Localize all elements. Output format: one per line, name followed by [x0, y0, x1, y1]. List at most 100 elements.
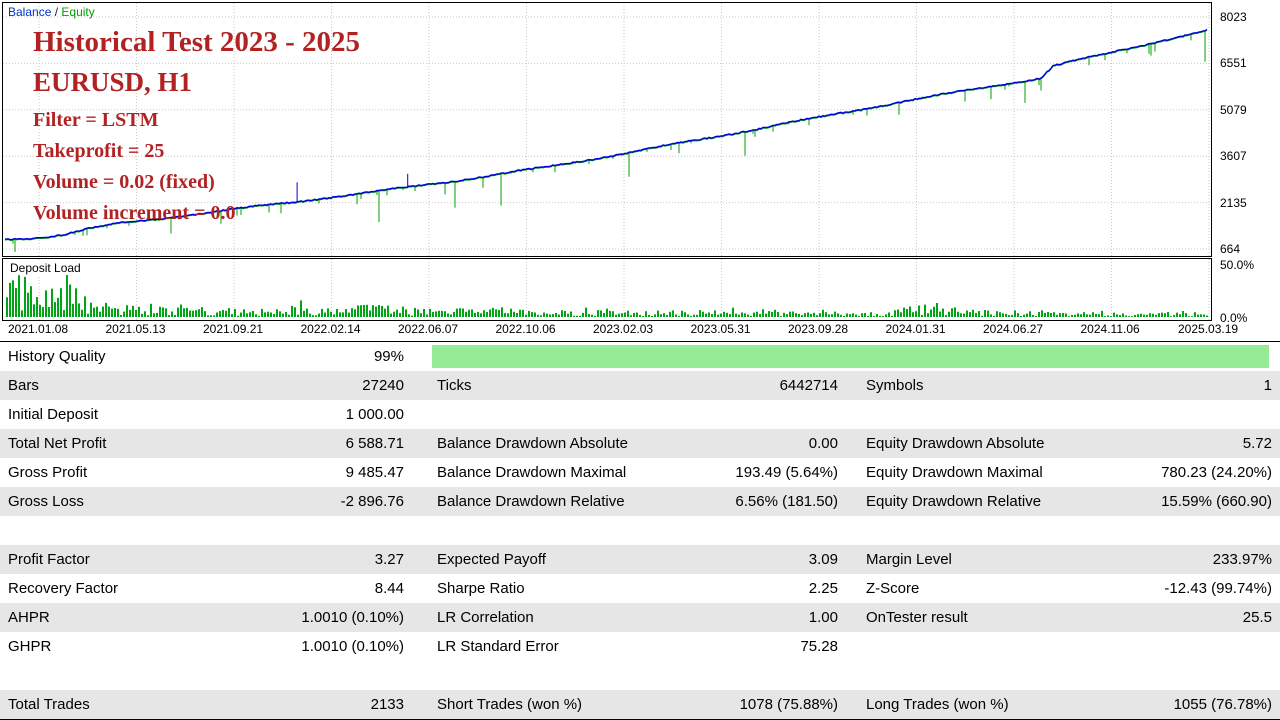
stat-label: AHPR [8, 609, 50, 626]
stat-label: Margin Level [866, 551, 952, 568]
stat-value: 1.0010 (0.10%) [301, 638, 404, 655]
stat-value [691, 400, 840, 429]
stat-label: Expected Payoff [437, 551, 546, 568]
stat-value: 1.0010 (0.10%) [301, 609, 404, 626]
stat-label: Recovery Factor [8, 580, 119, 597]
stat-label [406, 516, 691, 545]
x-axis-tick: 2022.02.14 [300, 322, 361, 336]
x-axis-tick: 2022.10.06 [495, 322, 556, 336]
stat-label: LR Correlation [437, 609, 534, 626]
stat-value: 2.25 [808, 580, 838, 597]
stats-row: Gross Loss -2 896.76 Balance Drawdown Rela… [0, 487, 1280, 516]
y-axis-tick: 5079 [1220, 102, 1247, 117]
y-axis-tick: 664 [1220, 242, 1241, 256]
stat-label [0, 516, 260, 545]
stat-value: 2133 [370, 696, 404, 713]
x-axis-tick: 2025.03.19 [1178, 322, 1239, 336]
statistics-table: History Quality 99% Bars 27240 Ticks 6442714 S… [0, 341, 1280, 720]
x-axis-tick: 2024.01.31 [885, 322, 946, 336]
x-axis-tick: 2024.11.06 [1080, 322, 1140, 336]
stat-label: Balance Drawdown Maximal [437, 464, 627, 481]
stat-value: 6.56% (181.50) [735, 493, 838, 510]
stat-label: OnTester result [866, 609, 968, 626]
stat-value: 8.44 [374, 580, 404, 597]
stat-label: GHPR [8, 638, 52, 655]
stat-value [691, 661, 840, 690]
x-axis-tick: 2023.02.03 [593, 322, 654, 336]
stat-value: 5.72 [1242, 435, 1272, 452]
y-axis-tick: 3607 [1220, 149, 1247, 164]
stats-row [0, 661, 1280, 690]
history-quality-bar [432, 345, 1269, 368]
stat-label [406, 661, 691, 690]
stat-label: Total Trades [8, 696, 90, 713]
annotation-line: Volume = 0.02 (fixed) [33, 171, 215, 193]
stat-label: Bars [8, 377, 39, 394]
stat-value [1120, 400, 1280, 429]
stat-value: 99% [373, 348, 404, 365]
annotation-line: Filter = LSTM [33, 109, 159, 131]
stats-row: Gross Profit 9 485.47 Balance Drawdown Max… [0, 458, 1280, 487]
stat-value [1120, 632, 1280, 661]
stats-row: Total Net Profit 6 588.71 Balance Drawdown… [0, 429, 1280, 458]
stat-value [260, 661, 406, 690]
legend-separator: / [51, 5, 62, 19]
y-axis-tick: 2135 [1220, 195, 1247, 210]
stats-row: Bars 27240 Ticks 6442714 Symbols 1 [0, 371, 1280, 400]
stat-label [406, 400, 691, 429]
annotation-line: Volume increment = 0.0 [33, 202, 236, 224]
stat-value: 3.27 [374, 551, 404, 568]
y-axis-tick: 6551 [1220, 56, 1247, 71]
stat-label [840, 516, 1120, 545]
stat-label: Gross Loss [8, 493, 84, 510]
stat-value [1120, 516, 1280, 545]
stat-label: Z-Score [866, 580, 920, 597]
stat-value: 15.59% (660.90) [1161, 493, 1272, 510]
stat-label [840, 632, 1120, 661]
deposit-load-label: Deposit Load [8, 261, 83, 275]
stat-value: 1 000.00 [345, 406, 404, 423]
stat-label: Gross Profit [8, 464, 88, 481]
chart-annotations: Historical Test 2023 - 2025 EURUSD, H1 F… [33, 26, 360, 233]
legend-balance: Balance [8, 5, 52, 19]
stat-value [260, 516, 406, 545]
stat-value: 1078 (75.88%) [739, 696, 838, 713]
stat-value: 25.5 [1242, 609, 1272, 626]
annotation-line: Takeprofit = 25 [33, 140, 165, 162]
stat-label: Total Net Profit [8, 435, 107, 452]
stat-label: Ticks [437, 377, 472, 394]
x-axis-tick: 2021.01.08 [8, 322, 69, 336]
stat-label: LR Standard Error [437, 638, 559, 655]
stat-label [840, 661, 1120, 690]
stat-label [0, 661, 260, 690]
stats-row: Initial Deposit 1 000.00 [0, 400, 1280, 429]
stat-label: Initial Deposit [8, 406, 99, 423]
x-axis-tick: 2023.05.31 [690, 322, 751, 336]
stat-label: History Quality [8, 348, 106, 365]
x-axis-tick: 2021.09.21 [203, 322, 264, 336]
stat-value: 6 588.71 [345, 435, 404, 452]
x-axis-tick: 2023.09.28 [788, 322, 849, 336]
deposit-load-chart[interactable] [2, 258, 1212, 321]
chart-legend: Balance / Equity [8, 5, 95, 19]
stat-value: 193.49 (5.64%) [735, 464, 838, 481]
stat-value: 233.97% [1212, 551, 1272, 568]
strategy-tester-report: Balance / Equity Historical Test 2023 - … [0, 0, 1280, 720]
stat-value [1120, 661, 1280, 690]
stat-value: 75.28 [800, 638, 838, 655]
stat-label: Balance Drawdown Absolute [437, 435, 628, 452]
stat-label: Long Trades (won %) [866, 696, 1009, 713]
stat-value: -2 896.76 [340, 493, 404, 510]
stats-row: AHPR 1.0010 (0.10%) LR Correlation 1.00 OnTe… [0, 603, 1280, 632]
stat-label [840, 400, 1120, 429]
stat-value [691, 516, 840, 545]
stat-value: 780.23 (24.20%) [1161, 464, 1272, 481]
stat-label: Short Trades (won %) [437, 696, 583, 713]
stat-label: Balance Drawdown Relative [437, 493, 625, 510]
x-axis-tick: 2021.05.13 [105, 322, 166, 336]
x-axis-tick: 2022.06.07 [398, 322, 459, 336]
stat-value: -12.43 (99.74%) [1164, 580, 1272, 597]
stat-value: 9 485.47 [345, 464, 404, 481]
x-axis-tick: 2024.06.27 [983, 322, 1044, 336]
stat-value: 27240 [362, 377, 404, 394]
